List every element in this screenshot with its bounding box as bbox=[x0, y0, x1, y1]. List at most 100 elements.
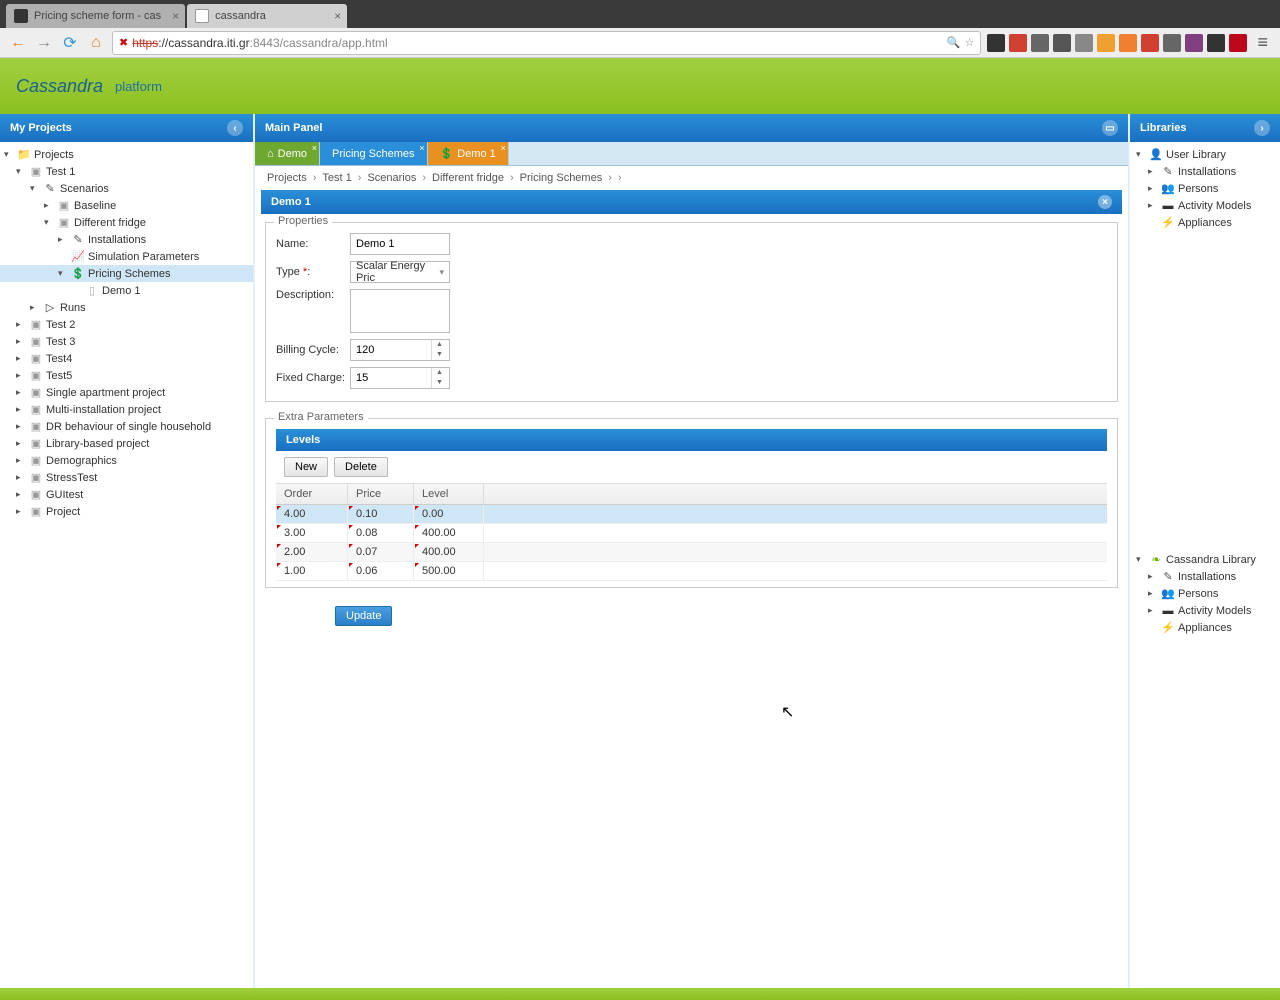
fixed-charge-input[interactable] bbox=[351, 370, 431, 386]
spin-up-icon[interactable]: ▲ bbox=[432, 340, 447, 350]
grid-row[interactable]: 4.00 0.10 0.00 bbox=[276, 505, 1107, 524]
name-input[interactable] bbox=[350, 233, 450, 255]
cell-price[interactable]: 0.06 bbox=[348, 562, 414, 580]
tree-item-guitest[interactable]: ▸▣GUItest bbox=[0, 486, 253, 503]
extension-icon[interactable] bbox=[1185, 34, 1203, 52]
collapse-right-icon[interactable]: › bbox=[1254, 120, 1270, 136]
tree-clib-installations[interactable]: ▸✎Installations bbox=[1132, 568, 1278, 585]
fixed-charge-spinner[interactable]: ▲▼ bbox=[350, 367, 450, 389]
back-button[interactable]: ← bbox=[8, 33, 28, 53]
billing-cycle-input[interactable] bbox=[351, 342, 431, 358]
tree-lib-installations[interactable]: ▸✎Installations bbox=[1132, 163, 1278, 180]
extension-icon[interactable] bbox=[1163, 34, 1181, 52]
close-icon[interactable]: × bbox=[501, 143, 506, 153]
tree-item-demographics[interactable]: ▸▣Demographics bbox=[0, 452, 253, 469]
star-icon[interactable]: ☆ bbox=[965, 36, 975, 49]
extension-icon[interactable] bbox=[1053, 34, 1071, 52]
close-icon[interactable]: × bbox=[312, 143, 317, 153]
spin-up-icon[interactable]: ▲ bbox=[432, 368, 447, 378]
breadcrumb-projects[interactable]: Projects bbox=[267, 172, 307, 184]
tab-demo1[interactable]: 💲Demo 1× bbox=[428, 142, 509, 165]
tree-item-runs[interactable]: ▸▷Runs bbox=[0, 299, 253, 316]
type-select[interactable]: Scalar Energy Pric▾ bbox=[350, 261, 450, 283]
tree-item-different-fridge[interactable]: ▾▣Different fridge bbox=[0, 214, 253, 231]
cell-level[interactable]: 0.00 bbox=[414, 505, 484, 523]
spin-down-icon[interactable]: ▼ bbox=[432, 378, 447, 388]
col-level[interactable]: Level bbox=[414, 484, 484, 504]
tree-item-dr-behaviour[interactable]: ▸▣DR behaviour of single household bbox=[0, 418, 253, 435]
tree-item-library-based[interactable]: ▸▣Library-based project bbox=[0, 435, 253, 452]
extension-icon[interactable] bbox=[1009, 34, 1027, 52]
delete-button[interactable]: Delete bbox=[334, 457, 388, 477]
tree-item-single-apartment[interactable]: ▸▣Single apartment project bbox=[0, 384, 253, 401]
tree-item-test3[interactable]: ▸▣Test 3 bbox=[0, 333, 253, 350]
tree-item-scenarios[interactable]: ▾✎Scenarios bbox=[0, 180, 253, 197]
col-price[interactable]: Price bbox=[348, 484, 414, 504]
cell-order[interactable]: 3.00 bbox=[276, 524, 348, 542]
tree-lib-persons[interactable]: ▸👥Persons bbox=[1132, 180, 1278, 197]
tree-item-test5[interactable]: ▸▣Test5 bbox=[0, 367, 253, 384]
tree-lib-appliances[interactable]: ⚡Appliances bbox=[1132, 214, 1278, 231]
reload-button[interactable]: ⟳ bbox=[60, 33, 80, 53]
tree-item-test2[interactable]: ▸▣Test 2 bbox=[0, 316, 253, 333]
cell-order[interactable]: 4.00 bbox=[276, 505, 348, 523]
close-icon[interactable]: × bbox=[334, 9, 341, 23]
cell-order[interactable]: 2.00 bbox=[276, 543, 348, 561]
tree-item-test4[interactable]: ▸▣Test4 bbox=[0, 350, 253, 367]
tab-demo[interactable]: ⌂Demo× bbox=[255, 142, 320, 165]
grid-row[interactable]: 2.00 0.07 400.00 bbox=[276, 543, 1107, 562]
cell-price[interactable]: 0.08 bbox=[348, 524, 414, 542]
collapse-left-icon[interactable]: ‹ bbox=[227, 120, 243, 136]
col-order[interactable]: Order bbox=[276, 484, 348, 504]
tree-item-installations[interactable]: ▸✎Installations bbox=[0, 231, 253, 248]
extension-icon[interactable] bbox=[1207, 34, 1225, 52]
tree-lib-activity-models[interactable]: ▸▬Activity Models bbox=[1132, 197, 1278, 214]
spin-down-icon[interactable]: ▼ bbox=[432, 350, 447, 360]
cell-order[interactable]: 1.00 bbox=[276, 562, 348, 580]
cell-level[interactable]: 500.00 bbox=[414, 562, 484, 580]
extension-icon[interactable] bbox=[1229, 34, 1247, 52]
extension-icon[interactable] bbox=[1141, 34, 1159, 52]
tree-cassandra-library[interactable]: ▾❧Cassandra Library bbox=[1132, 551, 1278, 568]
tree-item-baseline[interactable]: ▸▣Baseline bbox=[0, 197, 253, 214]
tree-item-pricing-schemes[interactable]: ▾💲Pricing Schemes bbox=[0, 265, 253, 282]
url-bar[interactable]: ✖ https://cassandra.iti.gr:8443/cassandr… bbox=[112, 31, 981, 55]
tree-item-multi-installation[interactable]: ▸▣Multi-installation project bbox=[0, 401, 253, 418]
extension-icon[interactable] bbox=[1119, 34, 1137, 52]
tree-clib-persons[interactable]: ▸👥Persons bbox=[1132, 585, 1278, 602]
forward-button[interactable]: → bbox=[34, 33, 54, 53]
home-button[interactable]: ⌂ bbox=[86, 33, 106, 53]
close-icon[interactable]: × bbox=[172, 9, 179, 23]
tree-user-library[interactable]: ▾👤User Library bbox=[1132, 146, 1278, 163]
tree-item-test1[interactable]: ▾▣Test 1 bbox=[0, 163, 253, 180]
browser-tab-1[interactable]: Pricing scheme form - cas × bbox=[6, 4, 185, 28]
tree-item-demo1[interactable]: ▯Demo 1 bbox=[0, 282, 253, 299]
breadcrumb-pricing[interactable]: Pricing Schemes bbox=[520, 172, 603, 184]
breadcrumb-scenarios[interactable]: Scenarios bbox=[367, 172, 416, 184]
billing-cycle-spinner[interactable]: ▲▼ bbox=[350, 339, 450, 361]
grid-row[interactable]: 1.00 0.06 500.00 bbox=[276, 562, 1107, 581]
tree-item-stresstest[interactable]: ▸▣StressTest bbox=[0, 469, 253, 486]
new-button[interactable]: New bbox=[284, 457, 328, 477]
tree-clib-activity-models[interactable]: ▸▬Activity Models bbox=[1132, 602, 1278, 619]
tree-clib-appliances[interactable]: ⚡Appliances bbox=[1132, 619, 1278, 636]
tree-root-projects[interactable]: ▾📁Projects bbox=[0, 146, 253, 163]
tree-item-simulation-parameters[interactable]: 📈Simulation Parameters bbox=[0, 248, 253, 265]
cell-level[interactable]: 400.00 bbox=[414, 524, 484, 542]
tab-pricing-schemes[interactable]: Pricing Schemes× bbox=[320, 142, 428, 165]
zoom-icon[interactable]: 🔍 bbox=[947, 36, 961, 49]
cell-price[interactable]: 0.10 bbox=[348, 505, 414, 523]
close-form-icon[interactable]: × bbox=[1098, 195, 1112, 209]
window-icon[interactable]: ▭ bbox=[1102, 120, 1118, 136]
grid-row[interactable]: 3.00 0.08 400.00 bbox=[276, 524, 1107, 543]
hamburger-menu-icon[interactable]: ≡ bbox=[1253, 32, 1272, 53]
extension-icon[interactable] bbox=[1097, 34, 1115, 52]
extension-icon[interactable] bbox=[987, 34, 1005, 52]
breadcrumb-test1[interactable]: Test 1 bbox=[322, 172, 351, 184]
description-input[interactable] bbox=[350, 289, 450, 333]
extension-icon[interactable] bbox=[1075, 34, 1093, 52]
update-button[interactable]: Update bbox=[335, 606, 392, 626]
cell-price[interactable]: 0.07 bbox=[348, 543, 414, 561]
browser-tab-2[interactable]: cassandra × bbox=[187, 4, 347, 28]
breadcrumb-different-fridge[interactable]: Different fridge bbox=[432, 172, 504, 184]
